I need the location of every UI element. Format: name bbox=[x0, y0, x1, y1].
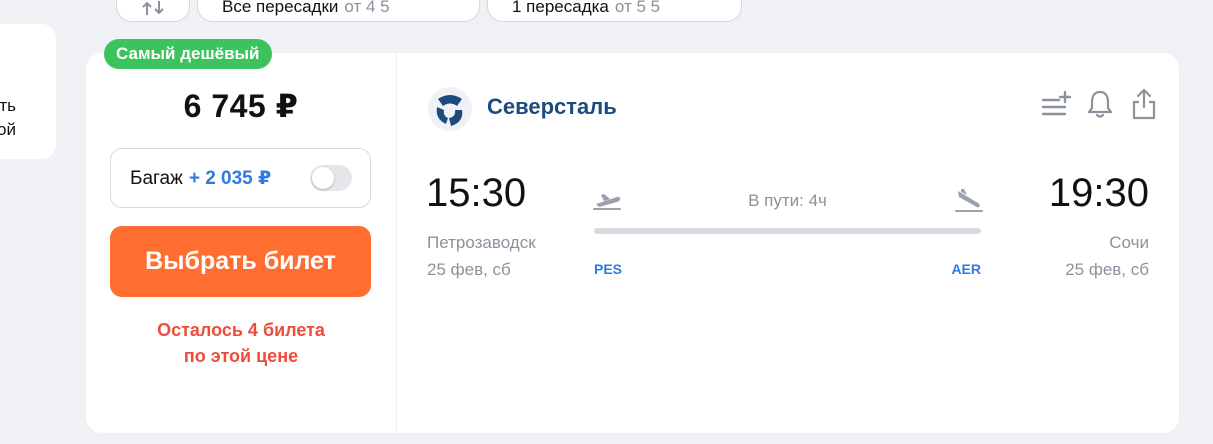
ticket-card[interactable]: Самый дешёвый 6 745 ₽ Багаж + 2 035 ₽ Выб… bbox=[86, 39, 1179, 433]
baggage-label-row: Багаж + 2 035 ₽ bbox=[130, 167, 271, 190]
share-button[interactable] bbox=[1129, 88, 1159, 120]
arrival-date: 25 фев, сб bbox=[1065, 260, 1149, 279]
route-line bbox=[594, 228, 981, 234]
filter-all-transfers[interactable]: Все пересадки от 4 5 bbox=[197, 0, 480, 22]
filter-one-transfer-label: 1 пересадка bbox=[512, 0, 609, 16]
bell-icon bbox=[1087, 90, 1113, 118]
share-icon bbox=[1132, 88, 1156, 120]
landing-icon bbox=[955, 189, 983, 212]
price-alert-button[interactable] bbox=[1085, 88, 1115, 120]
side-card-text: ть ой bbox=[0, 94, 16, 142]
tickets-remaining-line-2: по этой цене bbox=[183, 346, 299, 366]
baggage-extra-price: + 2 035 ₽ bbox=[188, 168, 272, 189]
departure-time: 15:30 bbox=[426, 171, 527, 215]
filter-one-transfer[interactable]: 1 пересадка от 5 5 bbox=[487, 0, 742, 22]
side-card-line-2: ой bbox=[0, 120, 16, 139]
cheapest-badge: Самый дешёвый bbox=[104, 39, 272, 69]
ticket-price-pane: Самый дешёвый 6 745 ₽ Багаж + 2 035 ₽ Выб… bbox=[86, 39, 397, 433]
add-to-list-button[interactable] bbox=[1041, 88, 1071, 120]
add-to-list-icon bbox=[1041, 90, 1071, 116]
flight-duration: В пути: 4ч bbox=[748, 191, 827, 210]
filter-all-transfers-price: от 4 5 bbox=[344, 0, 390, 16]
departure-date: 25 фев, сб bbox=[427, 260, 511, 279]
departure-airport-code: PES bbox=[594, 261, 623, 277]
baggage-label: Багаж bbox=[130, 168, 183, 189]
tickets-remaining-notice: Осталось 4 билета по этой цене bbox=[86, 317, 396, 369]
ticket-price: 6 745 ₽ bbox=[183, 88, 299, 124]
side-card-line-1: ть bbox=[0, 96, 16, 115]
departure-city: Петрозаводск bbox=[427, 233, 536, 252]
ticket-actions bbox=[1041, 88, 1159, 120]
select-ticket-button[interactable]: Выбрать билет bbox=[110, 226, 371, 297]
side-filter-card[interactable]: ть ой bbox=[0, 24, 56, 159]
flight-details-pane: Северсталь 15:30 Петрозаводск 25 фев, сб… bbox=[396, 53, 1179, 433]
sort-arrows-icon bbox=[142, 1, 164, 15]
baggage-toggle[interactable] bbox=[310, 165, 352, 191]
filter-all-transfers-label: Все пересадки bbox=[222, 0, 339, 16]
tickets-remaining-line-1: Осталось 4 билета bbox=[157, 320, 325, 340]
baggage-option[interactable]: Багаж + 2 035 ₽ bbox=[110, 148, 371, 208]
arrival-city: Сочи bbox=[1109, 233, 1149, 252]
filter-one-transfer-price: от 5 5 bbox=[614, 0, 661, 16]
sort-button[interactable] bbox=[116, 0, 190, 22]
baggage-toggle-knob bbox=[312, 167, 334, 189]
airline-name: Северсталь bbox=[487, 94, 617, 119]
arrival-airport-code: AER bbox=[951, 261, 981, 277]
airline-logo-icon bbox=[428, 87, 472, 131]
arrival-time: 19:30 bbox=[1048, 171, 1149, 215]
